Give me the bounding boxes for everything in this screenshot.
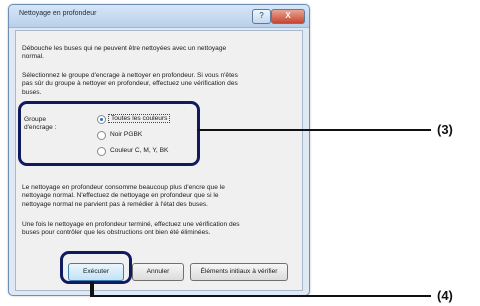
callout-3-label: (3) — [437, 122, 453, 137]
intro-line: Débouche les buses qui ne peuvent être n… — [22, 45, 227, 52]
note-after-cleaning: Une fois le nettoyage en profondeur term… — [22, 221, 240, 238]
instruction-text: Sélectionnez le groupe d'encrage à netto… — [22, 72, 238, 97]
help-button[interactable]: ? — [252, 9, 271, 24]
check-items-button[interactable]: Éléments initiaux à vérifier — [190, 263, 288, 281]
note-line: nettoyage normal ne parvient pas à reméd… — [22, 200, 208, 208]
callout-4-line — [90, 295, 431, 297]
close-button[interactable]: X — [271, 9, 305, 24]
note-ink-consumption: Le nettoyage en profondeur consomme beau… — [22, 184, 225, 209]
cancel-button[interactable]: Annuler — [132, 263, 184, 281]
intro-line: normal. — [22, 53, 44, 61]
callout-4-label: (4) — [437, 288, 453, 303]
note-line: nettoyage normal. N'effectuez de nettoya… — [22, 192, 219, 200]
title-bar[interactable]: Nettoyage en profondeur ? X — [9, 5, 309, 28]
instruction-line: pas sûr du groupe à nettoyer en profonde… — [22, 80, 238, 88]
ink-group-highlight — [18, 101, 200, 166]
note-line: Une fois le nettoyage en profondeur term… — [22, 221, 240, 228]
instruction-line: Sélectionnez le groupe d'encrage à netto… — [22, 72, 238, 79]
instruction-line: buses. — [22, 88, 42, 96]
callout-3-line — [197, 129, 431, 131]
note-line: Le nettoyage en profondeur consomme beau… — [22, 184, 225, 191]
dialog-title: Nettoyage en profondeur — [19, 10, 97, 17]
execute-highlight — [60, 251, 132, 284]
note-line: buses pour contrôler que les obstruction… — [22, 229, 211, 237]
intro-text: Débouche les buses qui ne peuvent être n… — [22, 45, 226, 62]
